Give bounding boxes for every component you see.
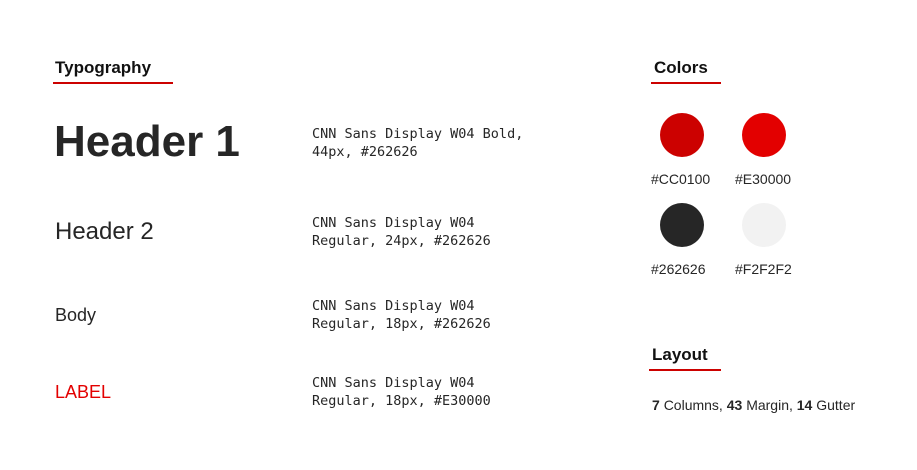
header2-desc-line2: Regular, 24px, #262626 bbox=[312, 233, 491, 249]
body-sample: Body bbox=[55, 305, 97, 325]
swatch-label-f2f2f2: #F2F2F2 bbox=[735, 261, 792, 277]
swatch-label-e30000: #E30000 bbox=[735, 171, 792, 187]
swatch-label-cc0100: #CC0100 bbox=[651, 171, 711, 187]
header1-desc-line2: 44px, #262626 bbox=[312, 144, 418, 160]
colors-heading-underline bbox=[651, 82, 721, 84]
label-sample: LABEL bbox=[55, 382, 112, 402]
header1-sample: Header 1 bbox=[54, 117, 240, 166]
label-desc-line2: Regular, 18px, #E30000 bbox=[312, 393, 491, 409]
gutter-value: 14 bbox=[796, 397, 813, 413]
body-desc-line1: CNN Sans Display W04 bbox=[312, 298, 475, 314]
body-desc-line2: Regular, 18px, #262626 bbox=[312, 316, 491, 332]
swatch-262626 bbox=[660, 203, 704, 247]
header2-description: CNN Sans Display W04 Regular, 24px, #262… bbox=[312, 214, 491, 250]
gutter-label: Gutter bbox=[816, 397, 856, 413]
columns-value: 7 bbox=[652, 397, 660, 413]
margin-value: 43 bbox=[726, 397, 743, 413]
layout-heading-underline bbox=[649, 369, 721, 371]
body-description: CNN Sans Display W04 Regular, 18px, #262… bbox=[312, 297, 491, 333]
layout-spec: 7 Columns, 43 Margin, 14 Gutter bbox=[652, 397, 855, 413]
columns-label: Columns, bbox=[663, 397, 723, 413]
layout-heading: Layout bbox=[652, 345, 708, 364]
header2-desc-line1: CNN Sans Display W04 bbox=[312, 215, 475, 231]
swatch-cc0100 bbox=[660, 113, 704, 157]
label-desc-line1: CNN Sans Display W04 bbox=[312, 375, 475, 391]
margin-label: Margin, bbox=[746, 397, 793, 413]
header1-desc-line1: CNN Sans Display W04 Bold, bbox=[312, 126, 524, 142]
typography-heading: Typography bbox=[55, 58, 152, 77]
header2-sample: Header 2 bbox=[55, 218, 154, 245]
swatch-f2f2f2 bbox=[742, 203, 786, 247]
typography-heading-underline bbox=[53, 82, 173, 84]
swatch-label-262626: #262626 bbox=[651, 261, 706, 277]
header1-description: CNN Sans Display W04 Bold, 44px, #262626 bbox=[312, 125, 523, 161]
colors-heading: Colors bbox=[654, 58, 708, 77]
label-description: CNN Sans Display W04 Regular, 18px, #E30… bbox=[312, 374, 491, 410]
swatch-e30000 bbox=[742, 113, 786, 157]
